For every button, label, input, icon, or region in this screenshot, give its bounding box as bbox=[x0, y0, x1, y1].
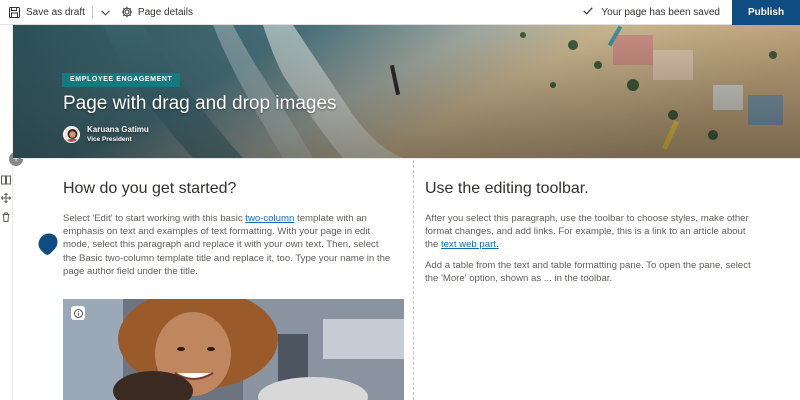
page-details-label: Page details bbox=[137, 6, 193, 18]
right-column-heading[interactable]: Use the editing toolbar. bbox=[425, 180, 589, 198]
page-author[interactable]: Karuana Gatimu Vice President bbox=[63, 125, 149, 144]
image-info-button[interactable] bbox=[71, 306, 85, 320]
command-bar: Save as draft Page details Your page has… bbox=[0, 0, 800, 25]
two-column-link[interactable]: two-column bbox=[245, 213, 294, 224]
divider bbox=[91, 5, 93, 19]
left-column-heading[interactable]: How do you get started? bbox=[63, 180, 236, 198]
text-web-part-link[interactable]: text web part. bbox=[441, 239, 499, 250]
delete-icon bbox=[2, 212, 10, 222]
title-area[interactable]: EMPLOYEE ENGAGEMENT Page with drag and d… bbox=[13, 25, 800, 158]
author-name: Karuana Gatimu bbox=[87, 125, 149, 134]
move-icon bbox=[0, 192, 12, 204]
save-status-text: Your page has been saved bbox=[601, 6, 720, 18]
save-icon bbox=[9, 6, 20, 18]
topic-header[interactable]: EMPLOYEE ENGAGEMENT bbox=[62, 73, 181, 87]
info-icon bbox=[73, 308, 83, 318]
right-column-text-2[interactable]: Add a table from the text and table form… bbox=[425, 259, 760, 285]
checkmark-icon bbox=[583, 6, 594, 18]
move-section-button[interactable] bbox=[0, 190, 12, 204]
gear-icon bbox=[121, 6, 133, 18]
save-status: Your page has been saved bbox=[583, 7, 720, 18]
chevron-down-icon bbox=[101, 3, 111, 21]
delete-section-button[interactable] bbox=[1, 209, 11, 222]
publish-button[interactable]: Publish bbox=[732, 0, 800, 25]
people-photo bbox=[63, 299, 404, 400]
page-details-button[interactable]: Page details bbox=[121, 0, 193, 25]
avatar bbox=[63, 126, 80, 143]
save-options-button[interactable] bbox=[99, 0, 113, 25]
right-column-text-1[interactable]: After you select this paragraph, use the… bbox=[425, 212, 760, 252]
save-as-draft-button[interactable]: Save as draft bbox=[9, 0, 85, 25]
author-role: Vice President bbox=[87, 136, 132, 143]
left-column-text[interactable]: Select 'Edit' to start working with this… bbox=[63, 212, 393, 278]
page-title[interactable]: Page with drag and drop images bbox=[63, 93, 337, 115]
edit-section-icon bbox=[1, 175, 11, 185]
column-divider bbox=[413, 160, 414, 400]
image-web-part[interactable] bbox=[63, 299, 404, 400]
edit-section-button[interactable] bbox=[1, 172, 11, 185]
save-as-draft-label: Save as draft bbox=[26, 6, 85, 18]
